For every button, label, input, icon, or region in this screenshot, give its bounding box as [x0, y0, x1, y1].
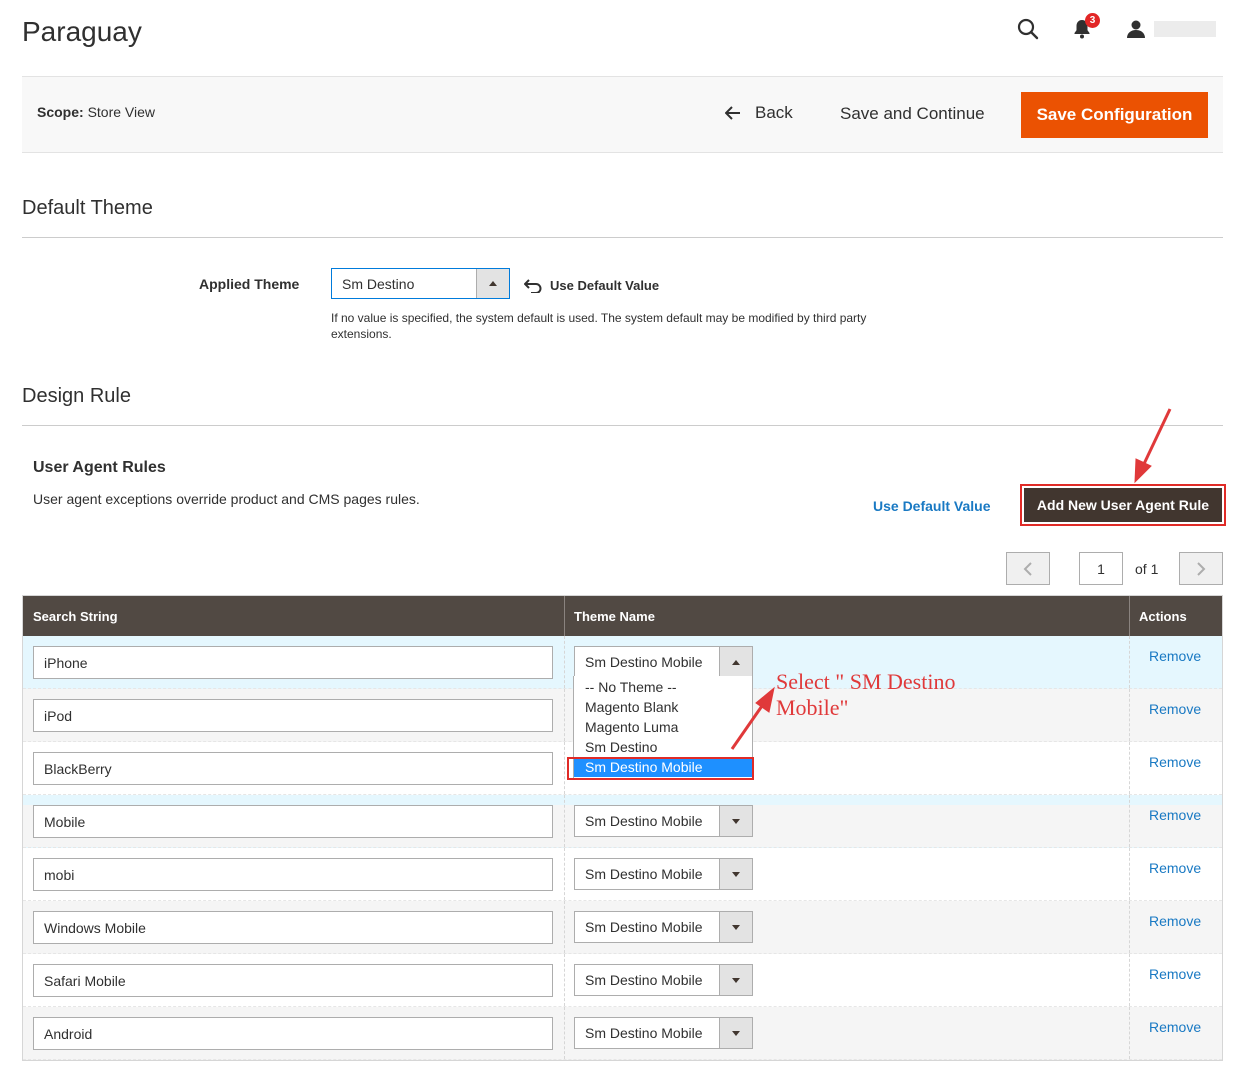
save-configuration-button[interactable]: Save Configuration: [1021, 92, 1208, 138]
add-rule-highlight-frame: Add New User Agent Rule: [1020, 484, 1226, 526]
save-and-continue-button[interactable]: Save and Continue: [840, 104, 985, 124]
table-row: mobi Sm Destino Mobile Remove: [23, 848, 1222, 901]
dropdown-option[interactable]: Sm Destino: [574, 737, 752, 757]
search-string-input[interactable]: iPod: [33, 699, 553, 732]
page-title: Paraguay: [22, 16, 142, 47]
section-divider: [22, 425, 1223, 426]
search-string-input[interactable]: Mobile: [33, 805, 553, 838]
applied-theme-label: Applied Theme: [199, 276, 300, 292]
search-string-input[interactable]: BlackBerry: [33, 752, 553, 785]
theme-name-select[interactable]: Sm Destino Mobile: [574, 858, 753, 890]
dropdown-option[interactable]: Magento Blank: [574, 697, 752, 717]
grid-header: Search String Theme Name Actions: [23, 596, 1222, 636]
chevron-up-icon: [719, 647, 752, 677]
remove-link[interactable]: Remove: [1149, 701, 1201, 717]
search-icon[interactable]: [1016, 17, 1040, 41]
back-label: Back: [755, 103, 793, 122]
arrow-left-icon: [725, 106, 740, 120]
chevron-down-icon: [719, 965, 752, 995]
remove-link[interactable]: Remove: [1149, 754, 1201, 770]
chevron-left-icon: [1023, 561, 1032, 576]
theme-name-select[interactable]: Sm Destino Mobile: [574, 1017, 753, 1049]
bell-icon[interactable]: 3: [1070, 13, 1100, 41]
theme-dropdown-list: -- No Theme -- Magento Blank Magento Lum…: [573, 676, 753, 780]
search-string-input[interactable]: mobi: [33, 858, 553, 891]
scope-label: Scope:: [37, 104, 84, 120]
chevron-down-icon: [719, 859, 752, 889]
notification-badge: 3: [1085, 13, 1100, 28]
pager-next-button[interactable]: [1179, 552, 1223, 585]
column-header-actions: Actions: [1139, 608, 1187, 624]
pager-page-input[interactable]: 1: [1079, 552, 1123, 585]
default-theme-title: Default Theme: [22, 197, 153, 219]
theme-name-select[interactable]: Sm Destino Mobile: [574, 964, 753, 996]
pager-prev-button[interactable]: [1006, 552, 1050, 585]
remove-link[interactable]: Remove: [1149, 807, 1201, 823]
table-row: Mobile Sm Destino Mobile Remove: [23, 795, 1222, 848]
chevron-down-icon: [719, 1018, 752, 1048]
pager-total: of 1: [1135, 561, 1159, 577]
scope-value: Store View: [87, 104, 156, 120]
remove-link[interactable]: Remove: [1149, 648, 1201, 664]
applied-theme-value: Sm Destino: [342, 276, 415, 292]
chevron-down-icon: [719, 806, 752, 836]
section-divider: [22, 237, 1223, 238]
undo-icon: [524, 278, 542, 293]
remove-link[interactable]: Remove: [1149, 913, 1201, 929]
theme-name-select[interactable]: Sm Destino Mobile: [574, 646, 753, 678]
add-new-user-agent-rule-button[interactable]: Add New User Agent Rule: [1024, 488, 1222, 522]
chevron-down-icon: [719, 912, 752, 942]
user-agent-rules-grid: Search String Theme Name Actions iPhone …: [22, 595, 1223, 1061]
theme-name-select[interactable]: Sm Destino Mobile: [574, 911, 753, 943]
search-string-input[interactable]: Android: [33, 1017, 553, 1050]
theme-name-select[interactable]: Sm Destino Mobile: [574, 805, 753, 837]
user-agent-rules-title: User Agent Rules: [33, 459, 166, 476]
search-string-input[interactable]: Windows Mobile: [33, 911, 553, 944]
dropdown-option-selected[interactable]: Sm Destino Mobile: [574, 757, 752, 777]
table-row: Safari Mobile Sm Destino Mobile Remove: [23, 954, 1222, 1007]
annotation-text: Select " SM Destino Mobile": [776, 669, 956, 720]
table-row: Windows Mobile Sm Destino Mobile Remove: [23, 901, 1222, 954]
page-actions-bar: Scope: Store View Back Save and Continue…: [22, 76, 1223, 153]
chevron-right-icon: [1197, 561, 1206, 576]
dropdown-option[interactable]: -- No Theme --: [574, 677, 752, 697]
back-button[interactable]: Back: [725, 103, 793, 123]
arrow-to-add-rule-icon: [1134, 408, 1172, 484]
user-icon[interactable]: [1124, 17, 1148, 41]
chevron-up-icon: [476, 269, 509, 298]
column-header-theme-name: Theme Name: [574, 608, 655, 624]
table-row: Android Sm Destino Mobile Remove: [23, 1007, 1222, 1060]
use-default-label: Use Default Value: [550, 278, 660, 293]
header-icons: 3: [1016, 13, 1216, 44]
column-header-search-string: Search String: [33, 608, 118, 624]
applied-theme-select[interactable]: Sm Destino: [331, 268, 510, 299]
user-name-redacted[interactable]: [1154, 21, 1216, 37]
user-agent-rules-description: User agent exceptions override product a…: [33, 491, 420, 507]
use-default-value-toggle[interactable]: Use Default Value: [524, 278, 659, 293]
use-default-value-link[interactable]: Use Default Value: [873, 498, 991, 514]
search-string-input[interactable]: iPhone: [33, 646, 553, 679]
search-string-input[interactable]: Safari Mobile: [33, 964, 553, 997]
remove-link[interactable]: Remove: [1149, 860, 1201, 876]
applied-theme-note: If no value is specified, the system def…: [331, 311, 867, 341]
design-rule-title: Design Rule: [22, 385, 131, 407]
remove-link[interactable]: Remove: [1149, 966, 1201, 982]
remove-link[interactable]: Remove: [1149, 1019, 1201, 1035]
scope-indicator: Scope: Store View: [37, 104, 155, 120]
dropdown-option[interactable]: Magento Luma: [574, 717, 752, 737]
